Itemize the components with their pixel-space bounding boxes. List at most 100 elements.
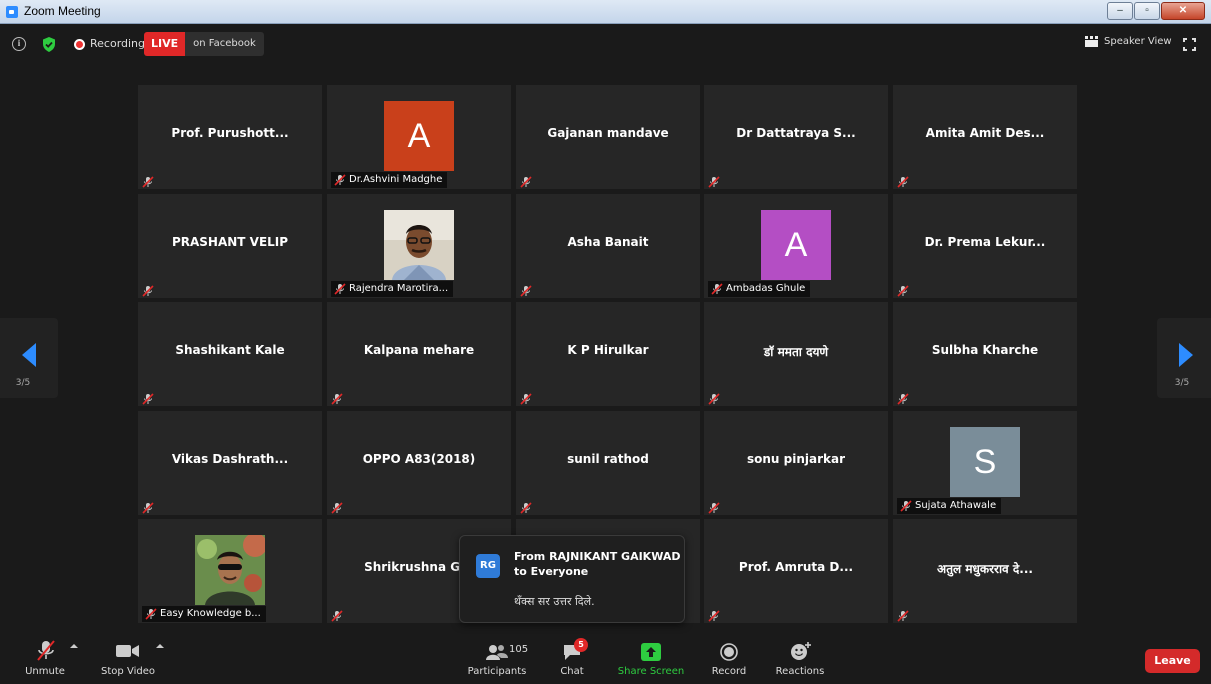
audio-options-caret-icon[interactable]: [70, 644, 78, 648]
participant-name-caption: Rajendra Marotira...: [331, 281, 454, 297]
page-indicator-right: 3/5: [1174, 378, 1190, 388]
participant-name-caption: Dr.Ashvini Madghe: [331, 172, 448, 188]
muted-mic-icon: [37, 640, 55, 661]
record-button[interactable]: Record: [708, 634, 750, 682]
participant-tile[interactable]: S Sujata Athawale: [893, 411, 1077, 515]
muted-mic-icon: [145, 608, 157, 620]
participants-button[interactable]: 105 Participants: [466, 634, 528, 682]
participant-tile[interactable]: Vikas Dashrath...: [138, 411, 322, 515]
participant-tile[interactable]: Asha Banait: [516, 194, 700, 298]
share-screen-icon: [641, 643, 661, 661]
participants-icon: [486, 645, 508, 660]
muted-mic-icon: [708, 390, 720, 405]
participant-tile[interactable]: sonu pinjarkar: [704, 411, 888, 515]
recording-icon: [74, 39, 85, 50]
next-page-button[interactable]: 3/5: [1157, 318, 1211, 398]
participant-tile[interactable]: Dr Dattatraya S...: [704, 85, 888, 189]
chat-sender: From RAJNIKANT GAIKWAD to Everyone: [514, 549, 680, 579]
speaker-view-icon: [1085, 36, 1099, 47]
recording-label: Recording: [90, 37, 146, 50]
video-options-caret-icon[interactable]: [156, 644, 164, 648]
participant-tile[interactable]: Shashikant Kale: [138, 302, 322, 406]
participant-tile[interactable]: Easy Knowledge b...: [138, 519, 322, 623]
muted-mic-icon: [520, 390, 532, 405]
unmute-button[interactable]: Unmute: [20, 634, 70, 682]
zoom-meeting-window: Zoom Meeting – ▫ ✕ i Recording LIVE on F…: [0, 0, 1211, 684]
participant-avatar: A: [384, 101, 454, 171]
muted-mic-icon: [520, 282, 532, 297]
record-icon: [720, 643, 738, 661]
participant-tile[interactable]: Gajanan mandave: [516, 85, 700, 189]
participant-tile[interactable]: sunil rathod: [516, 411, 700, 515]
participant-name: Amita Amit Des...: [925, 126, 1045, 140]
zoom-app-icon: [6, 6, 18, 18]
participant-photo: [195, 533, 267, 605]
muted-mic-icon: [520, 173, 532, 188]
participant-photo: [384, 210, 454, 280]
participant-name-caption: Ambadas Ghule: [708, 281, 811, 297]
participant-tile[interactable]: Prof. Amruta D...: [704, 519, 888, 623]
muted-mic-icon: [897, 173, 909, 188]
participant-name: OPPO A83(2018): [362, 452, 476, 466]
muted-mic-icon: [897, 390, 909, 405]
participant-tile[interactable]: अतुल मधुकरराव दे...: [893, 519, 1077, 623]
participants-count: 105: [509, 644, 529, 655]
info-icon[interactable]: i: [12, 37, 26, 51]
muted-mic-icon: [331, 499, 343, 514]
participant-name: K P Hirulkar: [567, 343, 649, 357]
muted-mic-icon: [142, 499, 154, 514]
minimize-button[interactable]: –: [1107, 2, 1133, 20]
participant-tile[interactable]: OPPO A83(2018): [327, 411, 511, 515]
participant-name: Dr Dattatraya S...: [736, 126, 856, 140]
chat-notification-popup[interactable]: RG From RAJNIKANT GAIKWAD to Everyone थँ…: [459, 535, 685, 623]
participant-name: Dr.Ashvini Madghe: [349, 174, 443, 185]
participant-tile[interactable]: Sulbha Kharche: [893, 302, 1077, 406]
participant-tile[interactable]: Kalpana mehare: [327, 302, 511, 406]
stop-video-button[interactable]: Stop Video: [98, 634, 158, 682]
page-indicator-left: 3/5: [15, 378, 31, 388]
chat-from-line: From RAJNIKANT GAIKWAD: [514, 550, 681, 563]
reactions-button[interactable]: Reactions: [772, 634, 828, 682]
speaker-view-label: Speaker View: [1104, 36, 1172, 47]
participant-tile[interactable]: Amita Amit Des...: [893, 85, 1077, 189]
fullscreen-icon[interactable]: [1183, 38, 1196, 51]
previous-page-button[interactable]: 3/5: [0, 318, 58, 398]
meeting-topbar: i Recording LIVE on Facebook Speaker Vie…: [0, 30, 1211, 58]
participant-name: Shashikant Kale: [175, 343, 285, 357]
chat-message-text: थँक्स सर उत्तर दिले.: [514, 595, 595, 608]
muted-mic-icon: [331, 607, 343, 622]
restore-button[interactable]: ▫: [1134, 2, 1160, 20]
muted-mic-icon: [897, 282, 909, 297]
muted-mic-icon: [142, 282, 154, 297]
share-screen-button[interactable]: Share Screen: [616, 634, 686, 682]
participant-tile[interactable]: Prof. Purushott...: [138, 85, 322, 189]
muted-mic-icon: [142, 173, 154, 188]
participant-name: PRASHANT VELIP: [171, 235, 289, 249]
participant-name: Rajendra Marotira...: [349, 283, 449, 294]
muted-mic-icon: [708, 499, 720, 514]
participant-name: Ambadas Ghule: [726, 283, 806, 294]
muted-mic-icon: [711, 283, 723, 295]
stop-video-label: Stop Video: [101, 666, 155, 677]
window-title: Zoom Meeting: [24, 4, 101, 18]
close-button[interactable]: ✕: [1161, 2, 1205, 20]
participant-name-caption: Sujata Athawale: [897, 498, 1002, 514]
participant-tile[interactable]: A Dr.Ashvini Madghe: [327, 85, 511, 189]
participant-tile[interactable]: PRASHANT VELIP: [138, 194, 322, 298]
participant-tile[interactable]: A Ambadas Ghule: [704, 194, 888, 298]
participant-avatar: A: [761, 210, 831, 280]
chat-button[interactable]: 5 Chat: [552, 634, 592, 682]
muted-mic-icon: [142, 390, 154, 405]
chat-to-line: to Everyone: [514, 565, 589, 578]
window-controls: – ▫ ✕: [1107, 2, 1205, 20]
participant-tile[interactable]: Dr. Prema Lekur...: [893, 194, 1077, 298]
live-destination: on Facebook: [185, 32, 264, 56]
participant-tile[interactable]: Rajendra Marotira...: [327, 194, 511, 298]
speaker-view-button[interactable]: Speaker View: [1085, 36, 1172, 47]
participant-tile[interactable]: डाॅ ममता दयणे: [704, 302, 888, 406]
shield-icon[interactable]: [42, 37, 56, 52]
leave-button[interactable]: Leave: [1145, 649, 1200, 673]
live-stream-indicator[interactable]: LIVE on Facebook: [144, 32, 264, 56]
reactions-label: Reactions: [775, 666, 825, 677]
participant-tile[interactable]: K P Hirulkar: [516, 302, 700, 406]
